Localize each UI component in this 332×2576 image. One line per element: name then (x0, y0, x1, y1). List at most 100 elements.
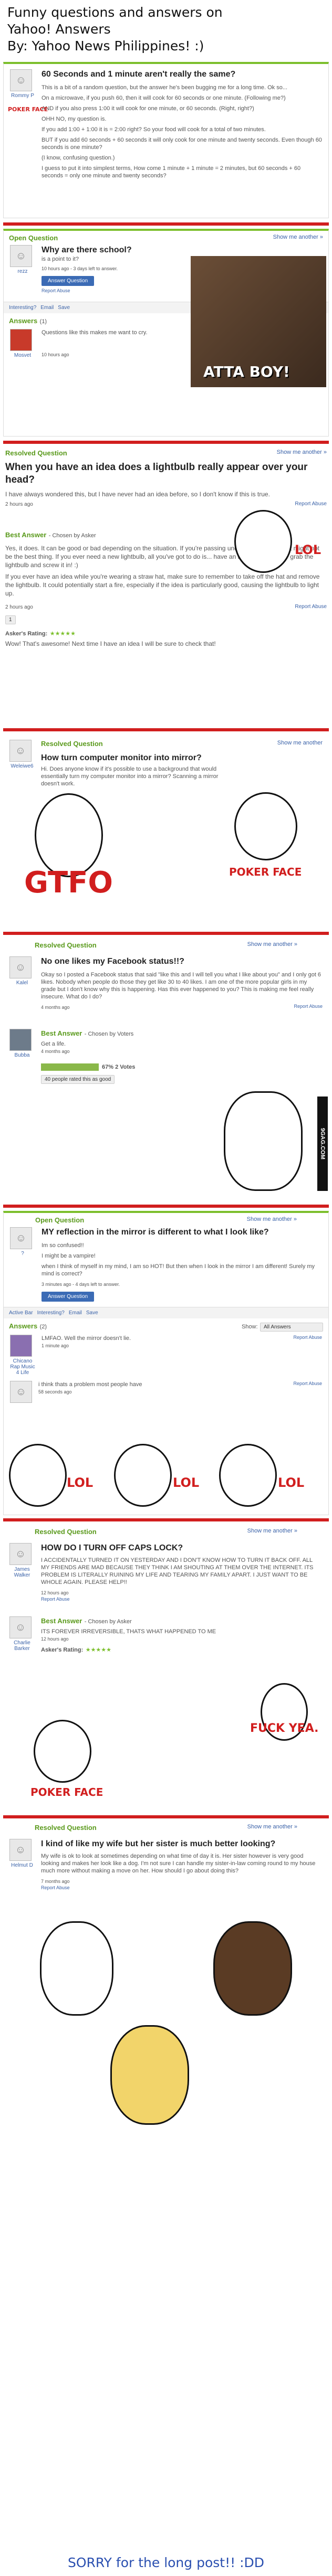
rating-label: Asker's Rating: (5, 631, 48, 637)
rating-stars: ★★★★★ (49, 631, 76, 637)
avatar[interactable]: ☺ (10, 69, 32, 91)
answer-text: i think thats a problem most people have (38, 1381, 142, 1388)
avatar[interactable] (10, 1335, 32, 1357)
question-title: 60 Seconds and 1 minute aren't really th… (42, 70, 236, 79)
best-answer-chooser: - Chosen by Asker (48, 533, 96, 539)
answers-count: (2) (39, 1324, 47, 1330)
answer-question-button[interactable]: Answer Question (42, 1292, 95, 1302)
title-line-2: Yahoo! Answers (7, 22, 111, 37)
show-another-link[interactable]: Show me another (277, 740, 323, 748)
answers-count: (1) (39, 318, 47, 325)
best-answer-label: Best Answer (41, 1029, 82, 1037)
answer-question-button[interactable]: Answer Question (42, 276, 95, 286)
question-status: Resolved Question (5, 449, 67, 457)
username[interactable]: Helmut D (9, 1862, 35, 1868)
meme-caption: FUCK YEA. (250, 1722, 319, 1735)
question-status: Resolved Question (35, 1528, 97, 1536)
answer-time: 1 minute ago (42, 1343, 69, 1348)
username[interactable]: rezz (10, 269, 35, 274)
report-abuse-link[interactable]: Report Abuse (293, 1335, 322, 1376)
interesting-button[interactable]: Interesting? (37, 1310, 65, 1316)
show-another-link[interactable]: Show me another » (247, 1824, 297, 1832)
question-panel-6: Open Question Show me another » ☺ ? MY r… (3, 1211, 329, 1515)
question-body: Hi. Does anyone know if it's possible to… (41, 766, 219, 787)
username[interactable]: Mosvet (10, 353, 35, 358)
question-status: Resolved Question (41, 740, 103, 748)
avatar[interactable]: ☺ (9, 740, 32, 762)
question-meta: 3 minutes ago - 4 days left to answer. (42, 1282, 120, 1287)
username[interactable]: Weleiwe6 (9, 763, 35, 769)
report-abuse-link[interactable]: Report Abuse (293, 1381, 322, 1403)
question-time: 7 months ago (41, 1879, 70, 1884)
show-another-link[interactable]: Show me another » (277, 449, 327, 457)
email-button[interactable]: Email (69, 1310, 82, 1316)
question-status: Resolved Question (35, 1824, 97, 1832)
avatar[interactable]: ☺ (10, 1227, 32, 1249)
username[interactable]: Bubba (9, 1052, 35, 1058)
page: Funny questions and answers on Yahoo! An… (0, 0, 332, 2576)
answer-time: 10 hours ago (42, 352, 69, 357)
meme-caption: POKER FACE (30, 1786, 103, 1798)
divider (3, 932, 329, 935)
vote-button[interactable]: 1 (5, 615, 16, 624)
answers-heading: Answers (9, 1322, 38, 1330)
email-button[interactable]: Email (40, 305, 54, 311)
report-abuse-link[interactable]: Report Abuse (41, 1596, 323, 1602)
divider (3, 441, 329, 444)
avatar[interactable]: ☺ (10, 1381, 32, 1403)
show-another-link[interactable]: Show me another » (247, 1216, 297, 1224)
report-abuse-link[interactable]: Report Abuse (295, 604, 327, 611)
best-answer-label: Best Answer (5, 531, 47, 539)
avatar[interactable]: ☺ (9, 1543, 32, 1565)
username[interactable]: Kalel (9, 980, 35, 986)
meme-caption: LOL (295, 542, 321, 557)
username[interactable]: Charlie Barker (9, 1640, 35, 1652)
title-line-3: By: Yahoo News Philippines! :) (7, 38, 204, 54)
avatar[interactable]: ☺ (9, 956, 32, 978)
question-body: I ACCIDENTALLY TURNED IT ON YESTERDAY AN… (41, 1557, 314, 1585)
question-meta: 10 hours ago - 3 days left to answer. (42, 266, 118, 271)
question-body: Okay so I posted a Facebook status that … (41, 972, 321, 1000)
meme-face (234, 510, 292, 573)
avatar[interactable]: ☺ (9, 1616, 32, 1638)
avatar[interactable] (10, 329, 32, 351)
answer-time: 58 seconds ago (38, 1389, 72, 1395)
meme-face (213, 1921, 292, 2016)
question-panel-3: Resolved Question Show me another » When… (3, 447, 329, 725)
report-abuse-link[interactable]: Report Abuse (294, 1004, 323, 1011)
interesting-button[interactable]: Interesting? (9, 305, 36, 311)
avatar[interactable]: ☺ (10, 245, 32, 267)
show-another-link[interactable]: Show me another » (273, 234, 323, 242)
save-button[interactable]: Save (86, 1310, 98, 1316)
meme-caption: LOL (278, 1475, 305, 1490)
rated-good-button[interactable]: 40 people rated this as good (41, 1075, 115, 1084)
meme-face (224, 1091, 303, 1191)
question-body: Im so confused!! I might be a vampire! w… (42, 1242, 315, 1277)
report-abuse-link[interactable]: Report Abuse (41, 1885, 323, 1890)
show-another-link[interactable]: Show me another » (247, 941, 297, 949)
title-line-1: Funny questions and answers on (7, 5, 223, 20)
username[interactable]: James Walker (9, 1567, 35, 1578)
answer-time: 2 hours ago (5, 604, 33, 610)
question-status: Open Question (9, 234, 58, 242)
report-abuse-link[interactable]: Report Abuse (42, 288, 178, 293)
vote-percent: 67% 2 Votes (102, 1064, 136, 1070)
show-another-link[interactable]: Show me another » (247, 1528, 297, 1536)
report-abuse-link[interactable]: Report Abuse (295, 501, 327, 508)
meme-caption: GTFO (24, 866, 113, 900)
show-select[interactable]: All Answers (260, 1323, 323, 1332)
best-answer-chooser: - Chosen by Asker (84, 1619, 132, 1625)
question-title: No one likes my Facebook status!!? (41, 957, 184, 966)
question-title: Why are there school? (42, 246, 132, 254)
avatar[interactable]: ☺ (9, 1839, 32, 1861)
save-button[interactable]: Save (58, 305, 70, 311)
question-title: When you have an idea does a lightbulb r… (5, 462, 308, 485)
username[interactable]: ? (10, 1251, 35, 1257)
username[interactable]: Rommy P (10, 93, 35, 99)
footer-text: SORRY for the long post!! :DD (67, 2555, 264, 2570)
avatar[interactable] (9, 1029, 32, 1051)
username[interactable]: Chicano Rap Music 4 Life (10, 1358, 35, 1376)
rating-label: Asker's Rating: (41, 1647, 84, 1653)
answer-text: LMFAO. Well the mirror doesn't lie. (42, 1335, 131, 1342)
divider (3, 1205, 329, 1208)
